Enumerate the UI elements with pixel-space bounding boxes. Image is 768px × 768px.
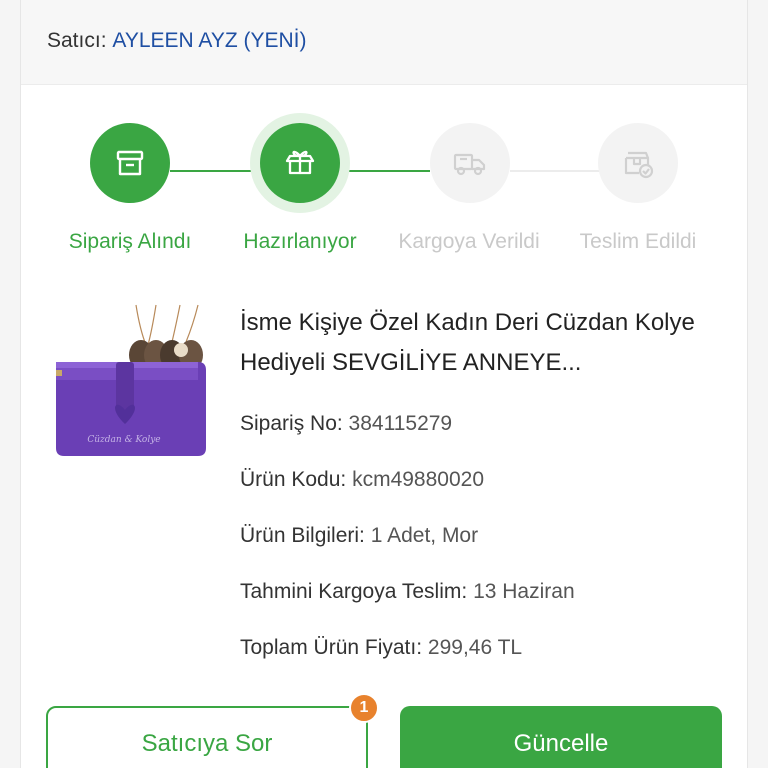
delivered-box-icon bbox=[624, 151, 654, 179]
open-box-icon bbox=[285, 150, 315, 175]
step-received-label: Sipariş Alındı bbox=[68, 230, 192, 253]
product-image-caption: Cüzdan & Kolye bbox=[87, 435, 160, 445]
product-info-value: 1 Adet, Mor bbox=[370, 524, 479, 547]
total-price-row: Toplam Ürün Fiyatı: 299,46 TL bbox=[240, 636, 522, 660]
step-shipped-label: Kargoya Verildi bbox=[398, 230, 540, 253]
step-preparing bbox=[260, 123, 340, 203]
product-code-row: Ürün Kodu: kcm49880020 bbox=[240, 468, 484, 492]
total-price-label: Toplam Ürün Fiyatı: bbox=[240, 636, 423, 659]
product-info-label: Ürün Bilgileri: bbox=[240, 524, 365, 547]
seller-bar: Satıcı: AYLEEN AYZ (YENİ) bbox=[21, 0, 747, 85]
step-connector-2 bbox=[340, 170, 430, 172]
step-shipped bbox=[430, 123, 510, 203]
truck-icon bbox=[453, 153, 486, 176]
step-connector-1 bbox=[170, 170, 260, 172]
step-received bbox=[90, 123, 170, 203]
estimated-shipping-value: 13 Haziran bbox=[473, 580, 575, 603]
ask-seller-label: Satıcıya Sor bbox=[141, 730, 273, 757]
product-code-value: kcm49880020 bbox=[352, 468, 485, 491]
box-icon bbox=[116, 150, 144, 176]
estimated-shipping-label: Tahmini Kargoya Teslim: bbox=[240, 580, 468, 603]
order-number-row: Sipariş No: 384115279 bbox=[240, 412, 452, 436]
seller-label: Satıcı: bbox=[47, 29, 107, 52]
product-info-row: Ürün Bilgileri: 1 Adet, Mor bbox=[240, 524, 478, 548]
product-title[interactable]: İsme Kişiye Özel Kadın Deri Cüzdan Kolye… bbox=[240, 303, 720, 383]
update-label: Güncelle bbox=[513, 730, 609, 757]
order-number-label: Sipariş No: bbox=[240, 412, 343, 435]
product-code-label: Ürün Kodu: bbox=[240, 468, 347, 491]
notification-badge: 1 bbox=[349, 693, 379, 723]
seller-line: Satıcı: AYLEEN AYZ (YENİ) bbox=[47, 29, 306, 53]
order-number-value: 384115279 bbox=[348, 412, 453, 435]
step-connector-3 bbox=[510, 170, 600, 172]
product-image[interactable]: Cüzdan & Kolye bbox=[48, 300, 216, 470]
seller-name-link[interactable]: AYLEEN AYZ (YENİ) bbox=[112, 29, 306, 52]
total-price-value: 299,46 TL bbox=[427, 636, 523, 659]
estimated-shipping-row: Tahmini Kargoya Teslim: 13 Haziran bbox=[240, 580, 575, 604]
step-preparing-label: Hazırlanıyor bbox=[243, 230, 357, 253]
step-delivered bbox=[598, 123, 678, 203]
ask-seller-button[interactable]: Satıcıya Sor bbox=[46, 706, 368, 768]
step-delivered-label: Teslim Edildi bbox=[579, 230, 697, 253]
update-button[interactable]: Güncelle bbox=[400, 706, 722, 768]
